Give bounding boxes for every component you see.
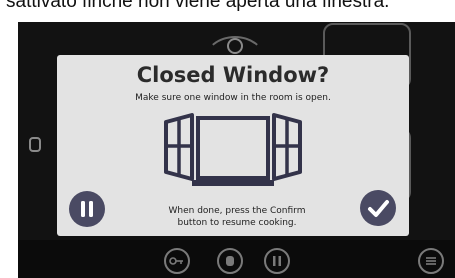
instruction-line-1: When done, press the Confirm: [168, 206, 306, 216]
dialog-subtitle: Make sure one window in the room is open…: [135, 93, 331, 103]
pause-button[interactable]: [69, 191, 105, 227]
closed-window-dialog: Closed Window? Make sure one window in t…: [57, 55, 409, 236]
checkmark-icon: [368, 200, 389, 217]
menu-icon[interactable]: [418, 248, 444, 274]
instruction-line-2: button to resume cooking.: [177, 218, 297, 228]
pause-icon: [81, 201, 93, 217]
dialog-title: Closed Window?: [136, 63, 330, 87]
open-window-icon: [164, 113, 302, 186]
caption-strip: sattivato finché non viene aperta una fi…: [0, 0, 455, 22]
key-icon[interactable]: [164, 248, 190, 274]
hand-icon[interactable]: [217, 248, 243, 274]
dialog-instructions: When done, press the Confirm button to r…: [127, 205, 347, 229]
pause-icon[interactable]: [264, 248, 290, 274]
caption-text: sattivato finché non viene aperta una fi…: [6, 0, 390, 12]
power-icon: [227, 38, 243, 54]
bottom-bar: [18, 240, 455, 278]
lock-icon: [29, 137, 41, 152]
confirm-button[interactable]: [360, 190, 396, 226]
